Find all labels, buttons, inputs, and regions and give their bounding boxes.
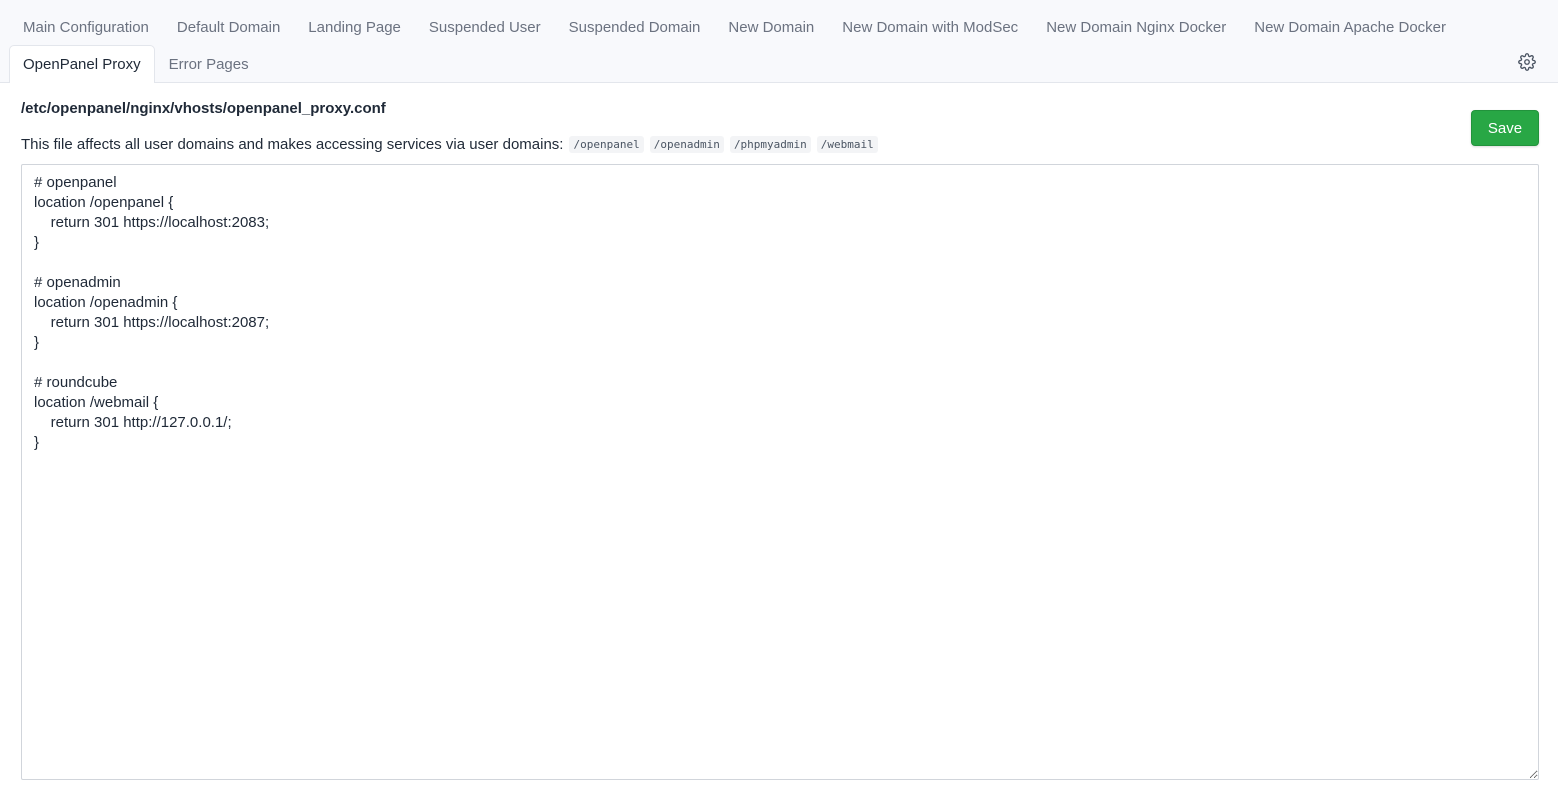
description-text: This file affects all user domains and m… (21, 136, 564, 153)
tab-new-domain-apache-docker[interactable]: New Domain Apache Docker (1240, 8, 1460, 45)
path-chip-webmail: /webmail (816, 136, 878, 153)
tab-main-configuration[interactable]: Main Configuration (9, 8, 163, 45)
gear-icon (1518, 52, 1536, 76)
path-chip-openadmin: /openadmin (649, 136, 724, 153)
tab-new-domain-nginx-docker[interactable]: New Domain Nginx Docker (1032, 8, 1240, 45)
path-chip-phpmyadmin: /phpmyadmin (729, 136, 811, 153)
tab-new-domain[interactable]: New Domain (714, 8, 828, 45)
tab-error-pages[interactable]: Error Pages (155, 45, 263, 83)
tab-suspended-user[interactable]: Suspended User (415, 8, 555, 45)
tab-openpanel-proxy[interactable]: OpenPanel Proxy (9, 45, 155, 83)
settings-button[interactable] (1517, 52, 1537, 76)
file-description: This file affects all user domains and m… (21, 136, 878, 153)
file-path-title: /etc/openpanel/nginx/vhosts/openpanel_pr… (21, 100, 386, 117)
tab-suspended-domain[interactable]: Suspended Domain (555, 8, 715, 45)
save-button[interactable]: Save (1471, 110, 1539, 146)
path-chip-openpanel: /openpanel (569, 136, 644, 153)
tab-landing-page[interactable]: Landing Page (294, 8, 415, 45)
tab-row-secondary: OpenPanel Proxy Error Pages (9, 45, 263, 83)
config-editor[interactable]: # openpanel location /openpanel { return… (21, 164, 1539, 780)
tab-new-domain-modsec[interactable]: New Domain with ModSec (828, 8, 1032, 45)
tab-default-domain[interactable]: Default Domain (163, 8, 294, 45)
tab-row-primary: Main Configuration Default Domain Landin… (9, 8, 1460, 45)
tabs-bar: Main Configuration Default Domain Landin… (0, 0, 1558, 83)
